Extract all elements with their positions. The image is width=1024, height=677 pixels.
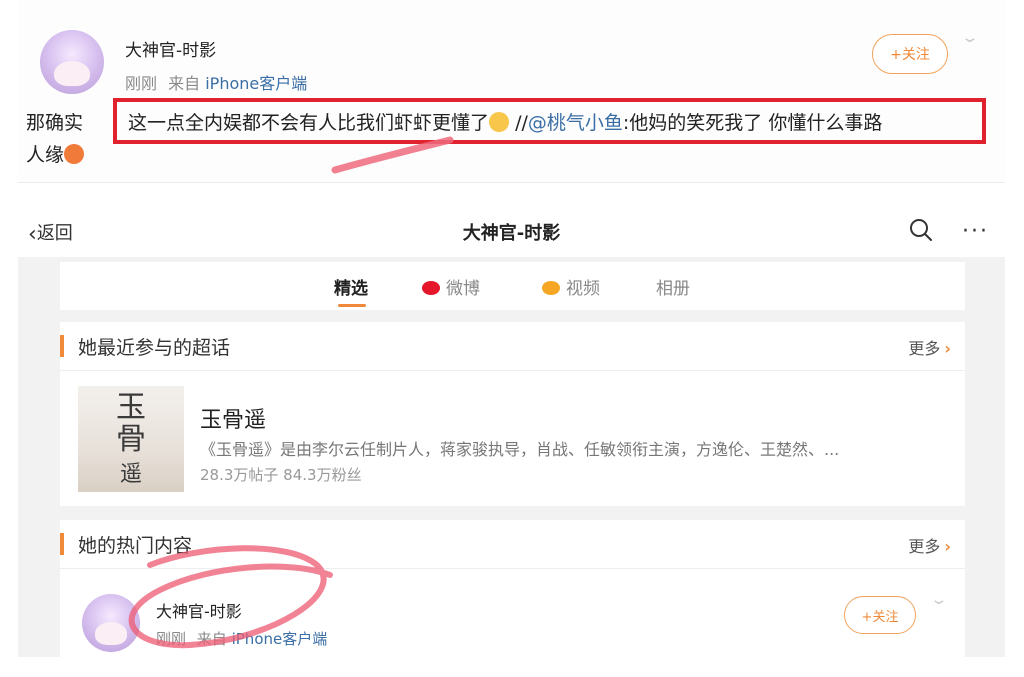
topic-description: 《玉骨遥》是由李尔云任制片人，蒋家骏执导，肖战、任敏领衔主演，方逸伦、王楚然、.…	[200, 440, 840, 459]
super-topics-more-link[interactable]: 更多 ›	[908, 335, 951, 359]
topic-name[interactable]: 玉骨遥	[200, 402, 266, 434]
section-accent-bar	[60, 533, 64, 555]
hot-post-follow-button[interactable]: +关注	[844, 596, 916, 634]
chevron-down-icon[interactable]: ⌄	[960, 30, 979, 46]
top-post-card: 大神官-时影 刚刚 来自 iPhone客户端 +关注 ⌄	[18, 0, 1005, 183]
hot-post-time: 刚刚	[156, 630, 187, 648]
hot-post-username[interactable]: 大神官-时影	[156, 598, 242, 622]
hot-content-header: 她的热门内容 更多 ›	[60, 520, 965, 569]
super-topics-card: 她最近参与的超话 更多 › 玉骨遥 玉骨遥 《玉骨遥》是由李尔云任制片人，蒋家骏执…	[60, 322, 965, 506]
search-icon[interactable]	[908, 217, 934, 243]
profile-tabs: 精选 微博 视频 相册	[60, 262, 965, 310]
super-topics-title: 她最近参与的超话	[78, 337, 231, 359]
more-label: 更多	[908, 537, 941, 556]
active-tab-indicator	[338, 304, 366, 307]
follow-button[interactable]: +关注	[872, 34, 948, 74]
avatar[interactable]	[40, 30, 104, 94]
red-annotation-box	[113, 98, 986, 144]
super-topics-header: 她最近参与的超话 更多 ›	[60, 322, 965, 371]
section-accent-bar	[60, 335, 64, 357]
hot-post-source-prefix: 来自	[196, 630, 227, 648]
heart-eyes-emoji-icon	[64, 144, 85, 164]
post-meta: 刚刚 来自 iPhone客户端	[125, 70, 307, 94]
post-line2-text: 人缘	[26, 144, 65, 166]
page-title: 大神官-时影	[462, 223, 561, 244]
hot-content-title: 她的热门内容	[78, 535, 193, 557]
video-icon	[542, 281, 560, 295]
post-username[interactable]: 大神官-时影	[125, 36, 216, 61]
post-text-line2: 人缘	[26, 140, 85, 167]
chevron-right-icon: ›	[944, 339, 951, 358]
tab-weibo[interactable]: 微博	[422, 274, 480, 299]
hot-post-meta: 刚刚 来自 iPhone客户端	[156, 628, 327, 649]
chevron-down-icon[interactable]: ⌄	[929, 592, 948, 608]
more-label: 更多	[908, 339, 941, 358]
post-time: 刚刚	[125, 74, 158, 93]
post-text-prefix: 那确实	[26, 112, 84, 134]
tab-album[interactable]: 相册	[656, 274, 690, 299]
tab-video[interactable]: 视频	[542, 274, 600, 299]
hot-post-source[interactable]: iPhone客户端	[232, 630, 328, 648]
topic-cover-calligraphy: 玉骨遥	[116, 390, 146, 488]
avatar[interactable]	[82, 594, 140, 652]
more-options-icon[interactable]: ···	[962, 219, 989, 244]
post-source-prefix: 来自	[168, 74, 201, 93]
topic-stats: 28.3万帖子 84.3万粉丝	[200, 466, 362, 484]
tab-weibo-label: 微博	[446, 279, 480, 299]
tab-video-label: 视频	[566, 279, 600, 299]
chevron-right-icon: ›	[944, 537, 951, 556]
tab-featured[interactable]: 精选	[334, 274, 368, 299]
topic-cover-image[interactable]: 玉骨遥	[78, 386, 184, 492]
post-source[interactable]: iPhone客户端	[205, 74, 307, 93]
weibo-icon	[422, 281, 440, 295]
nav-bar: ‹返回 大神官-时影 ···	[18, 205, 1005, 257]
hot-content-more-link[interactable]: 更多 ›	[908, 533, 951, 557]
hot-content-card: 她的热门内容 更多 › 大神官-时影 刚刚 来自 iPhone客户端 +关注 ⌄	[60, 520, 965, 657]
